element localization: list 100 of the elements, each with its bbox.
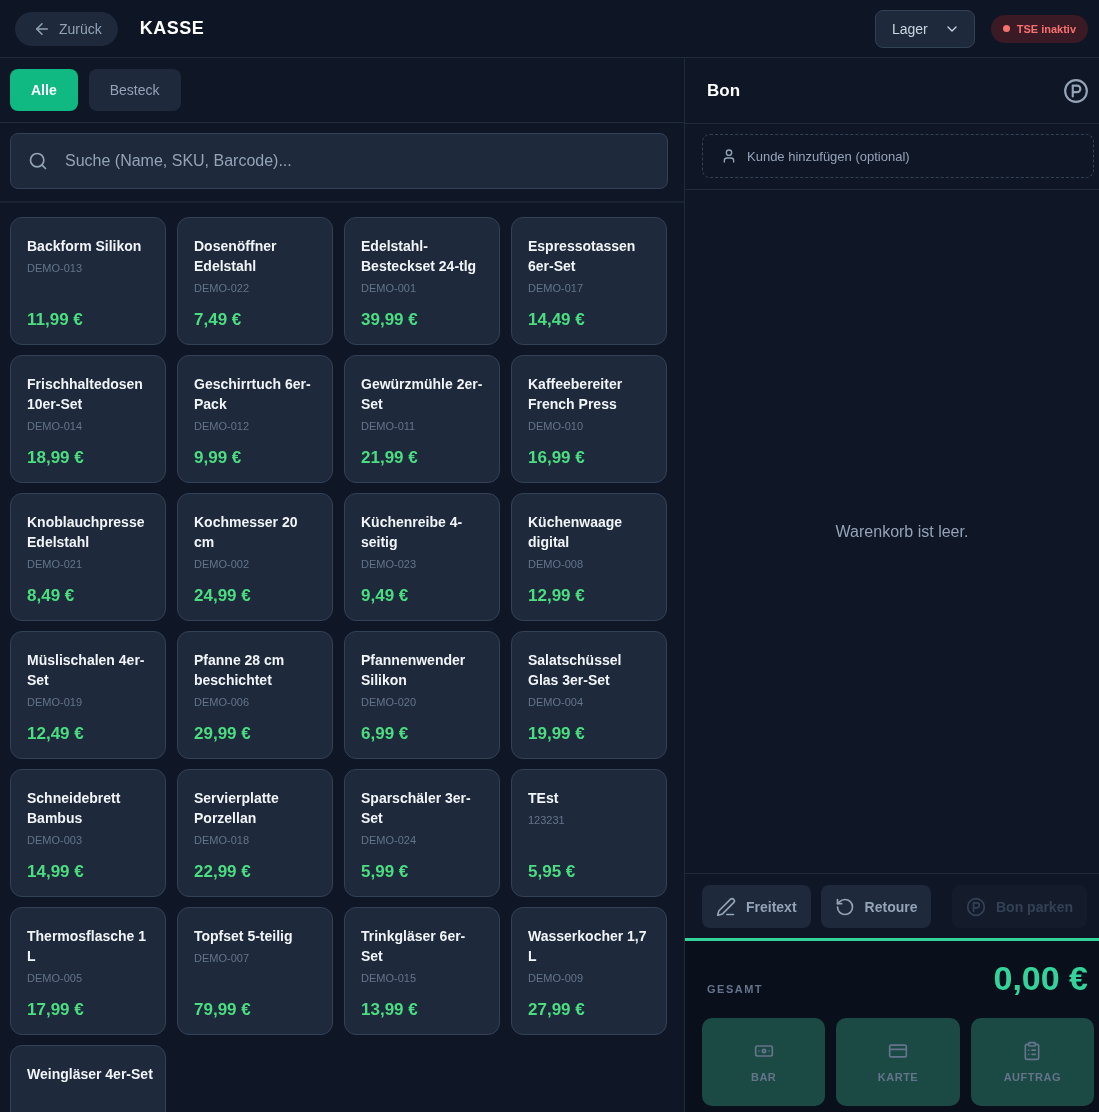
product-sku: DEMO-013 (27, 262, 84, 274)
product-card[interactable]: Espressotassen 6er-Set DEMO-017 14,49 € (511, 217, 667, 345)
receipt-title: Bon (707, 80, 741, 101)
product-card[interactable]: Edelstahl-Besteckset 24-tlg DEMO-001 39,99 € (344, 217, 500, 345)
page-title: KASSE (139, 18, 205, 39)
product-card[interactable]: Küchenreibe 4-seitig DEMO-023 9,49 € (344, 493, 500, 621)
product-card[interactable]: Gewürzmühle 2er-Set DEMO-011 21,99 € (344, 355, 500, 483)
product-sku: DEMO-006 (194, 696, 251, 708)
product-name: Pfannenwender Silikon (361, 651, 467, 690)
product-sku: DEMO-008 (528, 558, 585, 570)
product-card[interactable]: Müslischalen 4er-Set DEMO-019 12,49 € (10, 631, 166, 759)
product-sku: DEMO-002 (194, 558, 251, 570)
product-name: Küchenwaage digital (528, 513, 624, 552)
product-sku: DEMO-024 (361, 834, 418, 846)
product-sku: DEMO-023 (361, 558, 418, 570)
product-price: 9,49 € (361, 586, 410, 606)
product-name: Küchenreibe 4-seitig (361, 513, 464, 552)
product-price: 22,99 € (194, 862, 252, 882)
back-button[interactable]: Zurück (15, 11, 118, 46)
location-select[interactable]: Lager (874, 9, 975, 48)
product-name: Thermosflasche 1 L (27, 927, 148, 966)
product-price: 14,49 € (528, 310, 586, 330)
product-sku: DEMO-003 (27, 834, 84, 846)
search-icon (28, 151, 48, 171)
product-name: Trinkgläser 6er-Set (361, 927, 467, 966)
product-price: 14,99 € (27, 862, 85, 882)
product-card[interactable]: Wasserkocher 1,7 L DEMO-009 27,99 € (511, 907, 667, 1035)
product-card[interactable]: Küchenwaage digital DEMO-008 12,99 € (511, 493, 667, 621)
search-field[interactable]: Suche (Name, SKU, Barcode)... (10, 133, 668, 189)
product-price: 5,99 € (361, 862, 410, 882)
product-card[interactable]: Pfannenwender Silikon DEMO-020 6,99 € (344, 631, 500, 759)
product-card[interactable]: Thermosflasche 1 L DEMO-005 17,99 € (10, 907, 166, 1035)
product-price: 16,99 € (528, 448, 586, 468)
product-name: TEst (528, 789, 560, 808)
product-name: Espressotassen 6er-Set (528, 237, 637, 276)
product-price: 8,49 € (27, 586, 76, 606)
add-customer-button[interactable]: Kunde hinzufügen (optional) (702, 134, 1094, 178)
product-name: Topfset 5-teilig (194, 927, 294, 946)
product-name: Geschirrtuch 6er-Pack (194, 375, 312, 414)
undo-icon (834, 896, 855, 917)
parking-icon (966, 896, 986, 917)
product-card[interactable]: Frischhaltedosen 10er-Set DEMO-014 18,99 € (10, 355, 166, 483)
product-name: Müslischalen 4er-Set (27, 651, 146, 690)
product-card[interactable]: Dosenöffner Edelstahl DEMO-022 7,49 € (177, 217, 333, 345)
action-button[interactable]: Freitext (702, 885, 811, 928)
product-card[interactable]: Sparschäler 3er-Set DEMO-024 5,99 € (344, 769, 500, 897)
product-card[interactable]: Kaffeebereiter French Press DEMO-010 16,99 € (511, 355, 667, 483)
product-price: 24,99 € (194, 586, 252, 606)
user-icon (721, 148, 737, 164)
parking-icon (1063, 77, 1089, 104)
product-card[interactable]: Kochmesser 20 cm DEMO-002 24,99 € (177, 493, 333, 621)
product-name: Kochmesser 20 cm (194, 513, 299, 552)
product-card[interactable]: Trinkgläser 6er-Set DEMO-015 13,99 € (344, 907, 500, 1035)
product-name: Salatschüssel Glas 3er-Set (528, 651, 623, 690)
product-name: Sparschäler 3er-Set (361, 789, 472, 828)
product-sku: DEMO-018 (194, 834, 251, 846)
product-card[interactable]: Knoblauchpresse Edelstahl DEMO-021 8,49 € (10, 493, 166, 621)
tse-status-text: TSE inaktiv (1016, 22, 1076, 35)
product-card[interactable]: Geschirrtuch 6er-Pack DEMO-012 9,99 € (177, 355, 333, 483)
product-price: 12,49 € (27, 724, 85, 744)
product-name: Weingläser 4er-Set (27, 1065, 153, 1084)
action-button[interactable]: Retoure (820, 885, 932, 928)
product-sku: DEMO-007 (194, 952, 251, 964)
product-sku: DEMO-012 (194, 420, 251, 432)
product-price: 5,95 € (528, 862, 577, 882)
product-price: 9,99 € (194, 448, 243, 468)
category-tab[interactable]: Besteck (88, 69, 181, 111)
pen-icon (716, 896, 736, 917)
product-sku: DEMO-017 (528, 282, 585, 294)
product-sku: DEMO-001 (361, 282, 418, 294)
product-name: Wasserkocher 1,7 L (528, 927, 648, 966)
product-sku: DEMO-015 (361, 972, 418, 984)
product-sku: DEMO-005 (27, 972, 84, 984)
park-button[interactable] (1063, 77, 1089, 104)
product-price: 11,99 € (27, 310, 84, 330)
product-price: 18,99 € (27, 448, 85, 468)
product-name: Schneidebrett Bambus (27, 789, 122, 828)
product-price: 19,99 € (528, 724, 586, 744)
product-card[interactable]: Salatschüssel Glas 3er-Set DEMO-004 19,99 € (511, 631, 667, 759)
product-card[interactable]: Schneidebrett Bambus DEMO-003 14,99 € (10, 769, 166, 897)
product-name: Gewürzmühle 2er-Set (361, 375, 484, 414)
product-price: 79,99 € (194, 1000, 252, 1020)
product-sku: DEMO-010 (528, 420, 585, 432)
product-card[interactable]: TEst 123231 5,95 € (511, 769, 667, 897)
product-card[interactable]: Backform Silikon DEMO-013 11,99 € (10, 217, 166, 345)
product-name: Backform Silikon (27, 237, 143, 256)
product-price: 17,99 € (27, 1000, 85, 1020)
product-card[interactable]: Servierplatte Porzellan DEMO-018 22,99 € (177, 769, 333, 897)
product-sku: DEMO-009 (528, 972, 585, 984)
product-sku: DEMO-021 (27, 558, 84, 570)
total-label: GESAMT (707, 982, 764, 995)
product-card[interactable]: Pfanne 28 cm beschichtet DEMO-006 29,99 € (177, 631, 333, 759)
product-sku: 123231 (528, 814, 566, 826)
product-card[interactable]: Topfset 5-teilig DEMO-007 79,99 € (177, 907, 333, 1035)
product-card[interactable]: Weingläser 4er-Set (10, 1045, 166, 1112)
product-name: Servierplatte Porzellan (194, 789, 280, 828)
product-sku: DEMO-020 (361, 696, 418, 708)
product-price: 13,99 € (361, 1000, 419, 1020)
card-icon (888, 1041, 908, 1061)
product-price: 6,99 € (361, 724, 410, 744)
